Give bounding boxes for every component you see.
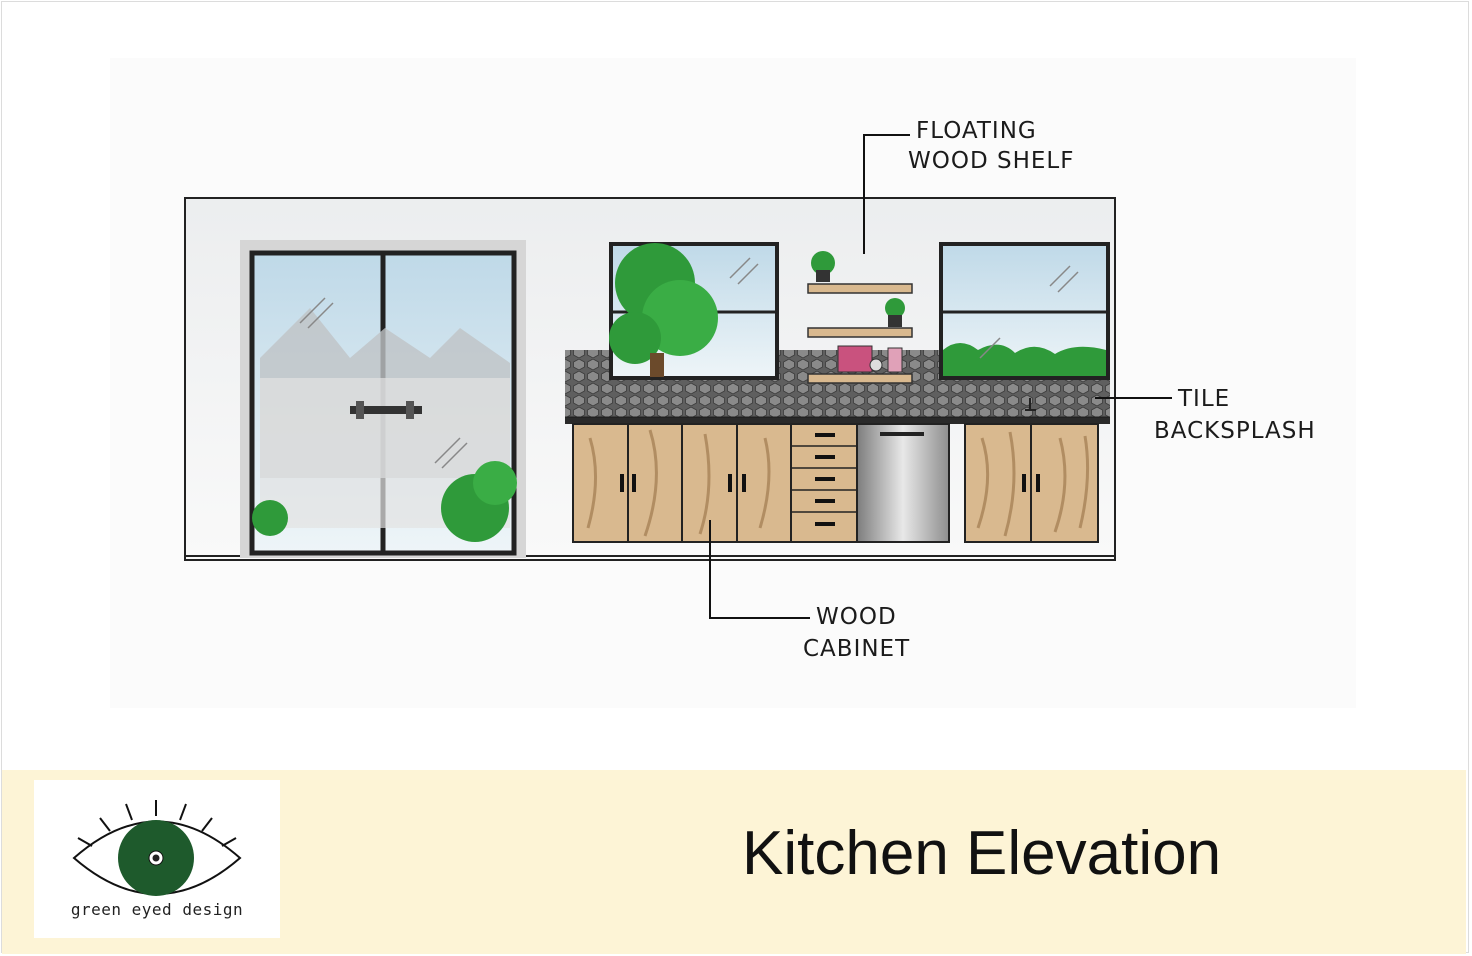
company-logo: green eyed design xyxy=(34,780,280,938)
label-cabinet-line1: WOOD xyxy=(816,604,897,630)
label-tile-line2: BACKSPLASH xyxy=(1154,418,1316,444)
window-left xyxy=(609,242,779,380)
label-floating-line1: FLOATING xyxy=(916,118,1037,144)
label-tile-line1: TILE xyxy=(1177,386,1230,412)
window-right xyxy=(939,242,1110,380)
logo-text: green eyed design xyxy=(70,900,244,919)
label-floating-line2: WOOD SHELF xyxy=(908,148,1074,174)
label-cabinet-line2: CABINET xyxy=(803,636,910,662)
slide-title: Kitchen Elevation xyxy=(742,819,1222,888)
eye-icon xyxy=(72,800,242,896)
slide-page: FLOATING WOOD SHELF TILE BACKSPLASH WOOD… xyxy=(0,0,1472,956)
kitchen-elevation-drawing: FLOATING WOOD SHELF TILE BACKSPLASH WOOD… xyxy=(110,58,1356,708)
glass-door xyxy=(240,240,526,558)
